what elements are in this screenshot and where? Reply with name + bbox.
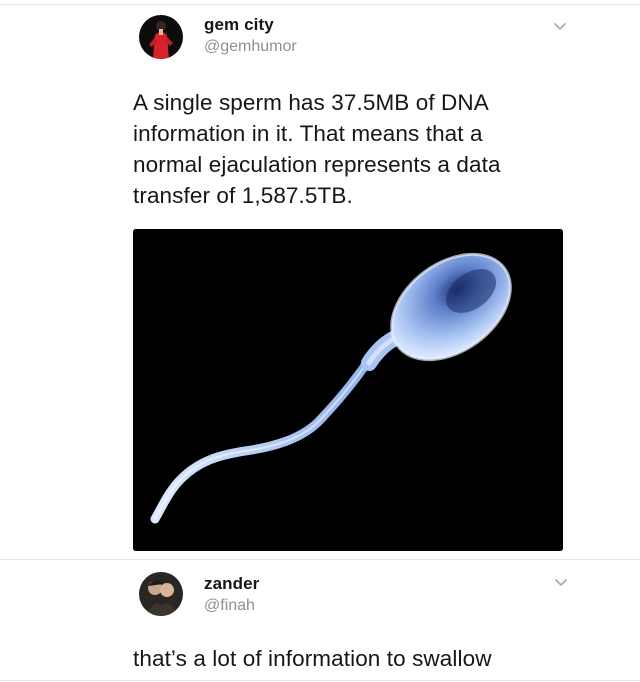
avatar-photo-icon (139, 572, 183, 616)
tweet-text-line: transfer of 1,587.5TB. (133, 183, 353, 208)
reply-card: zander @finah that’s a lot of informatio… (0, 560, 640, 682)
tweet-card: gem city @gemhumor A single sperm has 37… (0, 0, 640, 560)
reply-text: that’s a lot of information to swallow (133, 646, 492, 671)
tweet-text-line: A single sperm has 37.5MB of DNA (133, 90, 489, 115)
author-name[interactable]: gem city (204, 15, 274, 35)
sperm-cell-illustration (133, 229, 563, 551)
bottom-divider (0, 680, 640, 681)
tweet-text-line: normal ejaculation represents a data (133, 152, 501, 177)
avatar[interactable] (139, 15, 183, 59)
chevron-down-icon[interactable] (553, 574, 569, 590)
avatar-photo-icon (139, 15, 183, 59)
tweet-text-line: information in it. That means that a (133, 121, 483, 146)
chevron-down-icon[interactable] (552, 18, 568, 34)
author-handle[interactable]: @finah (204, 597, 255, 615)
author-handle[interactable]: @gemhumor (204, 38, 297, 56)
screenshot-page: gem city @gemhumor A single sperm has 37… (0, 0, 640, 682)
tweet-text: A single sperm has 37.5MB of DNA informa… (133, 87, 593, 211)
avatar[interactable] (139, 572, 183, 616)
tweet-media-image[interactable] (133, 229, 563, 551)
author-name[interactable]: zander (204, 574, 259, 594)
